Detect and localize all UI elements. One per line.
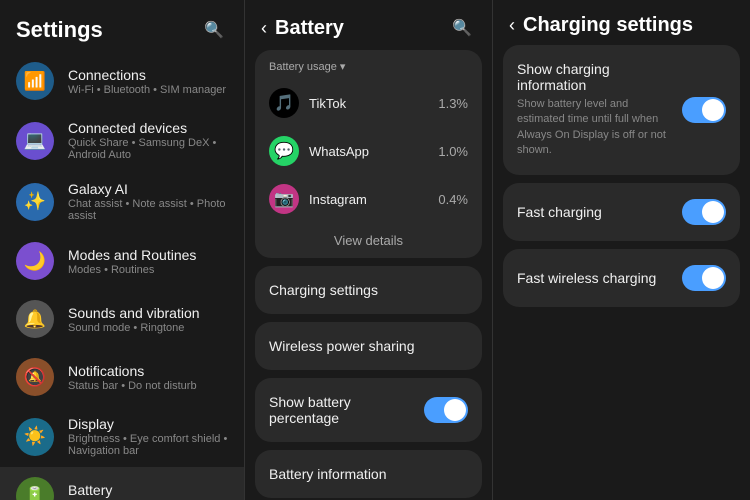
battery-panel: ‹ Battery 🔍 Battery usage ▾ 🎵 TikTok 1.3… (245, 0, 493, 500)
battery-option-charging_settings[interactable]: Charging settings (255, 266, 482, 314)
settings-panel: Settings 🔍 📶 Connections Wi-Fi • Bluetoo… (0, 0, 245, 500)
charging-back-button[interactable]: ‹ (509, 15, 515, 36)
display-subtitle: Brightness • Eye comfort shield • Naviga… (68, 433, 228, 457)
charging-header: ‹ Charging settings (493, 0, 750, 45)
charging-content: Show charging information Show battery l… (493, 45, 750, 500)
show_charging_info-label: Show charging information (517, 61, 674, 93)
settings-title: Settings (16, 17, 103, 43)
settings-list: 📶 Connections Wi-Fi • Bluetooth • SIM ma… (0, 52, 244, 500)
sounds-text: Sounds and vibration Sound mode • Ringto… (68, 305, 228, 334)
modes_routines-text: Modes and Routines Modes • Routines (68, 247, 228, 276)
charging-option-fast_charging[interactable]: Fast charging (503, 183, 740, 241)
show_charging_info-text-block: Show charging information Show battery l… (517, 61, 674, 159)
wireless_power_sharing-label: Wireless power sharing (269, 338, 415, 354)
notifications-text: Notifications Status bar • Do not distur… (68, 363, 228, 392)
charging-title: Charging settings (523, 14, 693, 37)
modes_routines-icon: 🌙 (16, 242, 54, 280)
settings-header: Settings 🔍 (0, 0, 244, 52)
galaxy_ai-subtitle: Chat assist • Note assist • Photo assist (68, 198, 228, 222)
battery-usage-header: Battery usage ▾ (255, 50, 482, 79)
battery-option-show_battery_percentage[interactable]: Show battery percentage (255, 378, 482, 442)
fast_charging-row: Fast charging (517, 199, 726, 225)
connected_devices-subtitle: Quick Share • Samsung DeX • Android Auto (68, 137, 228, 161)
sidebar-item-sounds[interactable]: 🔔 Sounds and vibration Sound mode • Ring… (0, 290, 244, 348)
galaxy_ai-icon: ✨ (16, 183, 54, 221)
connected_devices-icon: 💻 (16, 122, 54, 160)
whatsapp-percent: 1.0% (438, 144, 468, 159)
battery-header: ‹ Battery 🔍 (245, 0, 492, 50)
sidebar-item-notifications[interactable]: 🔕 Notifications Status bar • Do not dist… (0, 348, 244, 406)
fast_wireless_charging-row: Fast wireless charging (517, 265, 726, 291)
sidebar-item-connected_devices[interactable]: 💻 Connected devices Quick Share • Samsun… (0, 110, 244, 171)
whatsapp-icon: 💬 (269, 136, 299, 166)
battery-option-wireless_power_sharing[interactable]: Wireless power sharing (255, 322, 482, 370)
fast_wireless_charging-text-block: Fast wireless charging (517, 270, 674, 286)
show_charging_info-toggle[interactable] (682, 97, 726, 123)
sidebar-item-battery[interactable]: 🔋 Battery Power saving • Charging (0, 467, 244, 500)
battery-icon: 🔋 (16, 477, 54, 500)
battery-option-battery_information[interactable]: Battery information (255, 450, 482, 498)
fast_wireless_charging-toggle[interactable] (682, 265, 726, 291)
instagram-icon: 📷 (269, 184, 299, 214)
sounds-icon: 🔔 (16, 300, 54, 338)
fast_wireless_charging-label: Fast wireless charging (517, 270, 674, 286)
instagram-percent: 0.4% (438, 192, 468, 207)
charging-panel: ‹ Charging settings Show charging inform… (493, 0, 750, 500)
connected_devices-title: Connected devices (68, 120, 228, 136)
charging-option-show_charging_info[interactable]: Show charging information Show battery l… (503, 45, 740, 175)
connections-text: Connections Wi-Fi • Bluetooth • SIM mana… (68, 67, 228, 96)
battery_information-label: Battery information (269, 466, 387, 482)
show_charging_info-row: Show charging information Show battery l… (517, 61, 726, 159)
sounds-subtitle: Sound mode • Ringtone (68, 322, 228, 334)
connections-subtitle: Wi-Fi • Bluetooth • SIM manager (68, 84, 228, 96)
battery-title: Battery (68, 482, 228, 498)
app-usage-item-whatsapp[interactable]: 💬 WhatsApp 1.0% (255, 127, 482, 175)
connections-icon: 📶 (16, 62, 54, 100)
battery-title: Battery (275, 17, 344, 40)
tiktok-percent: 1.3% (438, 96, 468, 111)
app-usage-item-instagram[interactable]: 📷 Instagram 0.4% (255, 175, 482, 223)
app-usage-item-tiktok[interactable]: 🎵 TikTok 1.3% (255, 79, 482, 127)
charging_settings-label: Charging settings (269, 282, 378, 298)
tiktok-icon: 🎵 (269, 88, 299, 118)
battery-back-button[interactable]: ‹ (261, 18, 267, 39)
connections-title: Connections (68, 67, 228, 83)
show_charging_info-subtitle: Show battery level and estimated time un… (517, 97, 674, 159)
fast_charging-text-block: Fast charging (517, 204, 674, 220)
notifications-subtitle: Status bar • Do not disturb (68, 380, 228, 392)
sidebar-item-connections[interactable]: 📶 Connections Wi-Fi • Bluetooth • SIM ma… (0, 52, 244, 110)
galaxy_ai-text: Galaxy AI Chat assist • Note assist • Ph… (68, 181, 228, 222)
view-details-button[interactable]: View details (255, 223, 482, 258)
sidebar-item-display[interactable]: ☀️ Display Brightness • Eye comfort shie… (0, 406, 244, 467)
display-title: Display (68, 416, 228, 432)
whatsapp-name: WhatsApp (309, 144, 428, 159)
battery-content: Battery usage ▾ 🎵 TikTok 1.3% 💬 WhatsApp… (245, 50, 492, 500)
instagram-name: Instagram (309, 192, 428, 207)
display-text: Display Brightness • Eye comfort shield … (68, 416, 228, 457)
notifications-icon: 🔕 (16, 358, 54, 396)
show_battery_percentage-toggle[interactable] (424, 397, 468, 423)
galaxy_ai-title: Galaxy AI (68, 181, 228, 197)
modes_routines-subtitle: Modes • Routines (68, 264, 228, 276)
tiktok-name: TikTok (309, 96, 428, 111)
fast_charging-label: Fast charging (517, 204, 674, 220)
sounds-title: Sounds and vibration (68, 305, 228, 321)
sidebar-item-galaxy_ai[interactable]: ✨ Galaxy AI Chat assist • Note assist • … (0, 171, 244, 232)
modes_routines-title: Modes and Routines (68, 247, 228, 263)
sidebar-item-modes_routines[interactable]: 🌙 Modes and Routines Modes • Routines (0, 232, 244, 290)
connected_devices-text: Connected devices Quick Share • Samsung … (68, 120, 228, 161)
display-icon: ☀️ (16, 418, 54, 456)
show_battery_percentage-label: Show battery percentage (269, 394, 424, 426)
battery-text: Battery Power saving • Charging (68, 482, 228, 500)
fast_charging-toggle[interactable] (682, 199, 726, 225)
notifications-title: Notifications (68, 363, 228, 379)
charging-option-fast_wireless_charging[interactable]: Fast wireless charging (503, 249, 740, 307)
app-usage-list: Battery usage ▾ 🎵 TikTok 1.3% 💬 WhatsApp… (255, 50, 482, 258)
battery-search-button[interactable]: 🔍 (448, 14, 476, 42)
settings-search-button[interactable]: 🔍 (200, 16, 228, 44)
battery-title-row: ‹ Battery (261, 17, 344, 40)
